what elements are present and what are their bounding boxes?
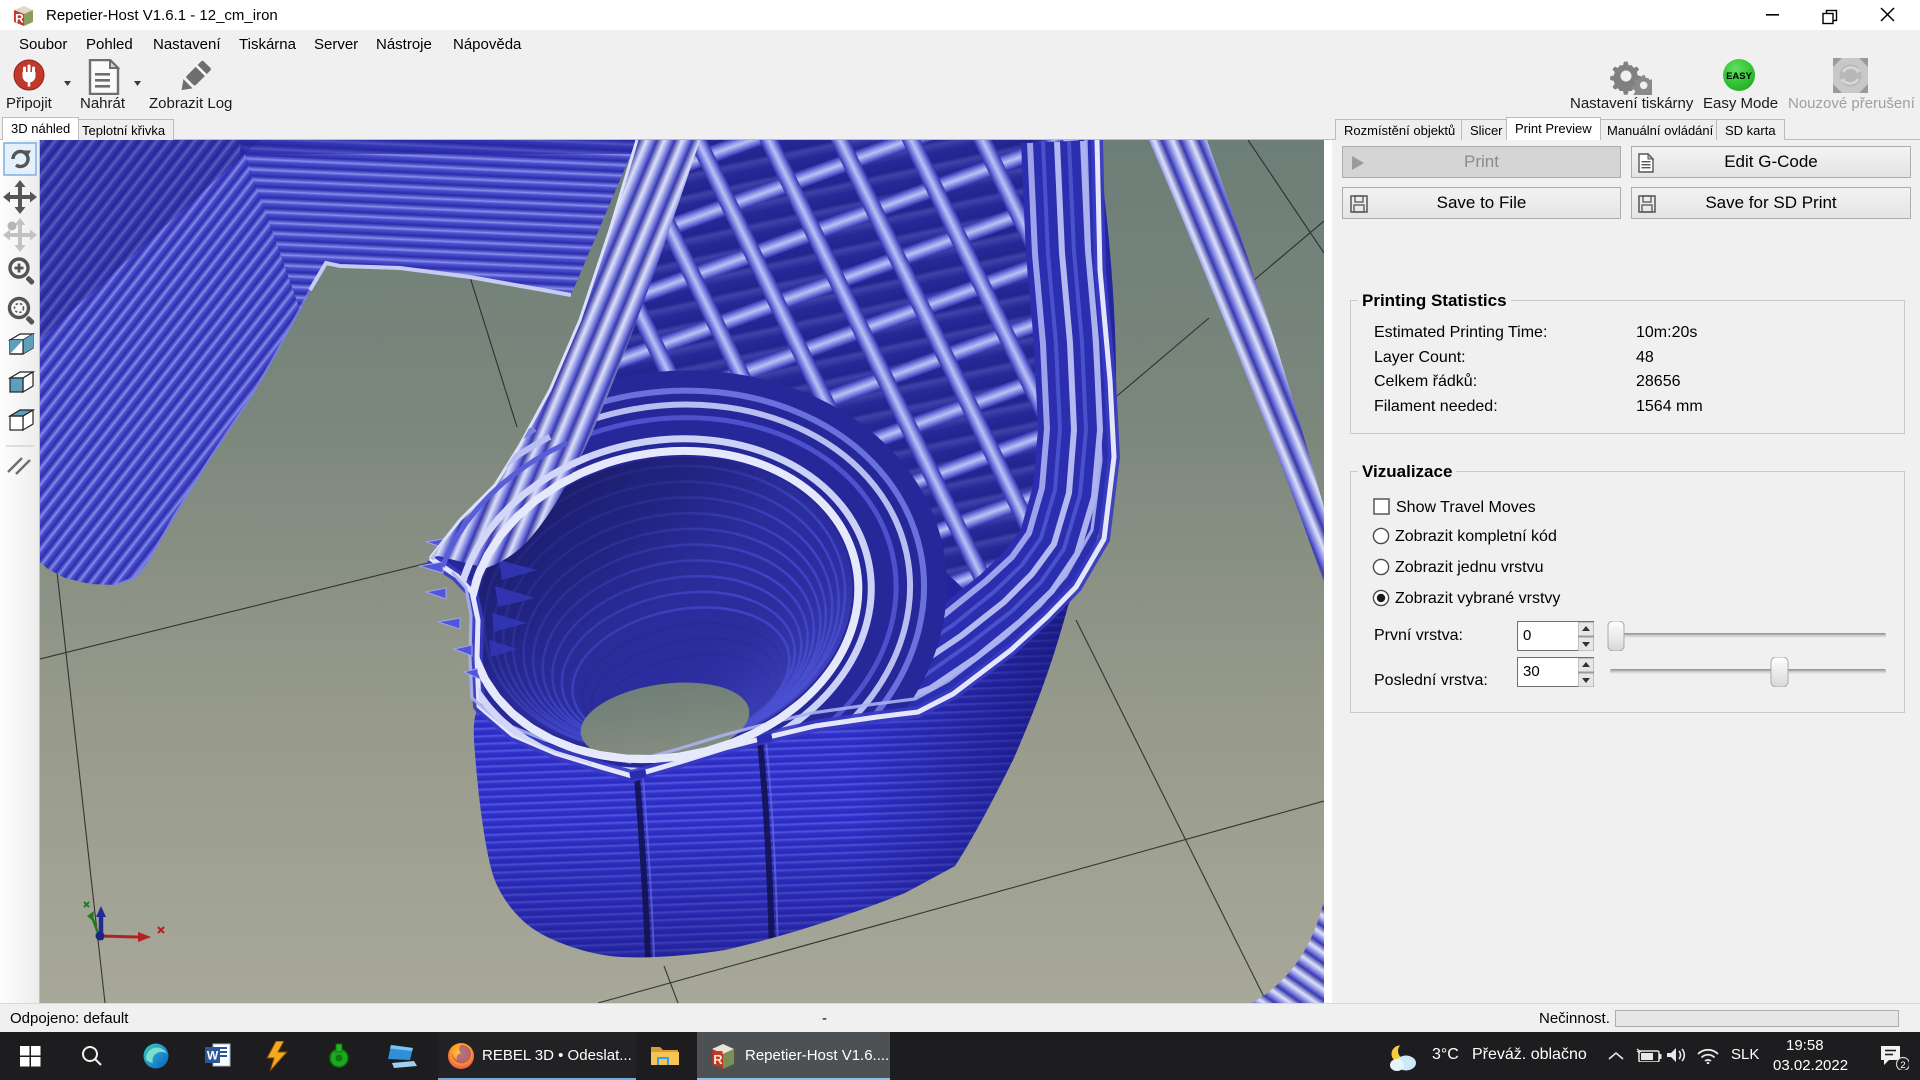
svg-text:W: W [207,1049,219,1063]
svg-text:2: 2 [1900,1060,1905,1070]
svg-text:R: R [15,12,24,26]
svg-text:R: R [713,1052,723,1067]
svg-text:EASY: EASY [1726,71,1753,82]
